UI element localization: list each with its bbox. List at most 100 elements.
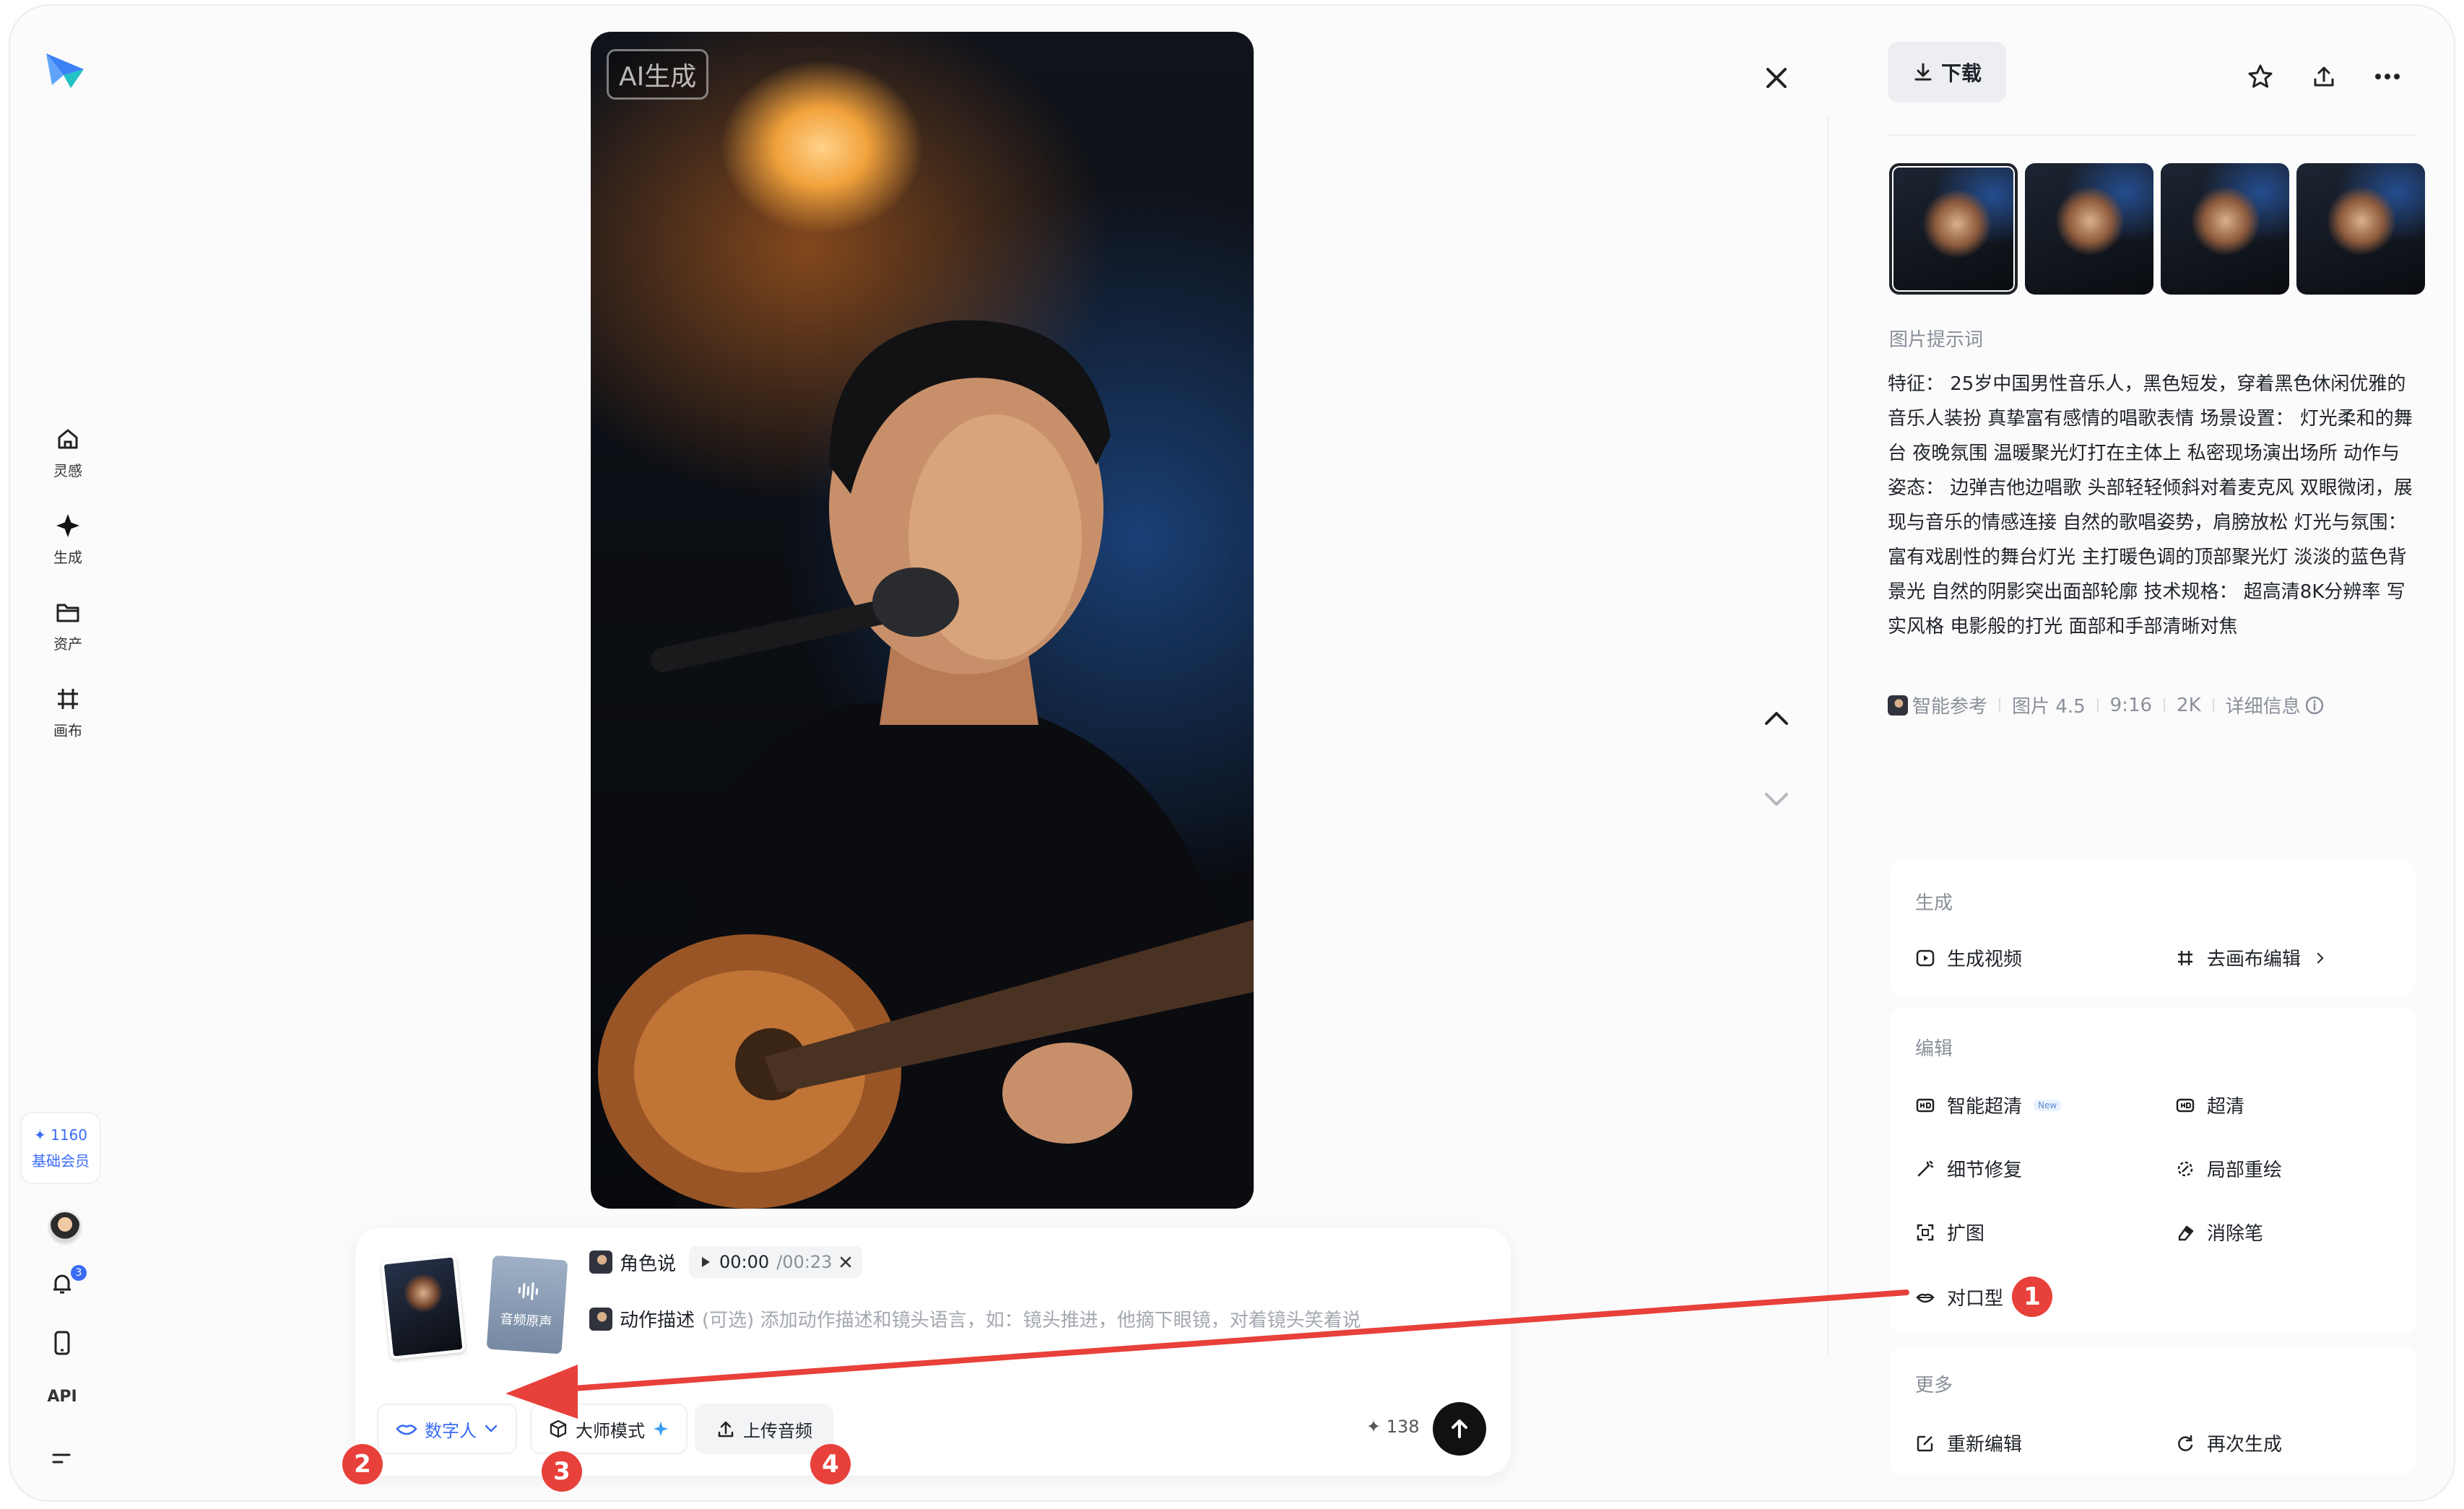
logo-icon[interactable] — [42, 49, 88, 92]
upscale-label: 超清 — [2207, 1096, 2245, 1118]
menu-icon[interactable] — [46, 1443, 78, 1474]
divider — [1888, 134, 2416, 136]
digital-human-dropdown[interactable]: 数字人 — [377, 1404, 517, 1454]
thumbnail-1[interactable] — [1889, 163, 2018, 295]
remove-audio-icon[interactable] — [839, 1256, 852, 1269]
edit-square-icon — [1917, 1435, 1933, 1451]
chevron-down-icon[interactable] — [1758, 781, 1795, 819]
model-version: 图片 4.5 — [2012, 696, 2086, 718]
more-icon[interactable] — [2369, 58, 2406, 95]
annotation-badge-3: 3 — [542, 1451, 582, 1492]
notification-badge: 3 — [71, 1265, 87, 1281]
upload-icon — [718, 1421, 734, 1438]
new-badge: New — [2034, 1099, 2062, 1111]
details-link[interactable]: 详细信息 — [2226, 692, 2324, 718]
api-link[interactable]: API — [39, 1388, 85, 1406]
upload-audio-label: 上传音频 — [743, 1420, 812, 1441]
master-mode-button[interactable]: 大师模式 — [530, 1404, 687, 1454]
download-button[interactable]: 下载 — [1888, 42, 2006, 103]
re-edit-button[interactable]: 重新编辑 — [1915, 1430, 2022, 1456]
generate-video-button[interactable]: 生成视频 — [1915, 944, 2022, 971]
inpaint-label: 局部重绘 — [2207, 1160, 2283, 1181]
credit-amount: ✦ 1160 — [33, 1126, 87, 1144]
regenerate-label: 再次生成 — [2207, 1434, 2283, 1456]
download-label: 下载 — [1940, 61, 1982, 85]
upload-audio-button[interactable]: 上传音频 — [695, 1404, 833, 1454]
inpaint-button[interactable]: 局部重绘 — [2175, 1155, 2282, 1182]
thumbnail-3[interactable] — [2161, 163, 2289, 295]
lip-sync-button[interactable]: 对口型 — [1915, 1284, 2003, 1310]
audio-card-label: 音频原声 — [499, 1311, 553, 1331]
master-mode-label: 大师模式 — [576, 1420, 645, 1441]
smart-reference-label: 智能参考 — [1912, 696, 1988, 718]
chevron-up-icon[interactable] — [1758, 699, 1795, 736]
generate-card — [1889, 861, 2416, 996]
annotation-badge-1: 1 — [2012, 1277, 2052, 1317]
canvas-edit-label: 去画布编辑 — [2207, 949, 2302, 970]
smart-upscale-button[interactable]: 智能超清 New — [1915, 1092, 2062, 1118]
star-icon[interactable] — [2242, 58, 2279, 95]
detail-repair-button[interactable]: 细节修复 — [1915, 1155, 2022, 1182]
separator — [2164, 697, 2166, 713]
waveform-icon — [518, 1282, 539, 1300]
eraser-label: 消除笔 — [2207, 1223, 2264, 1245]
thumbnail-4[interactable] — [2296, 163, 2425, 295]
edit-title: 编辑 — [1915, 1038, 1953, 1060]
left-sidebar: 灵感 生成 资产 画布 ✦ 1160 基础会员 3 API — [10, 6, 111, 1500]
eraser-icon — [2178, 1225, 2194, 1240]
nav-label: 灵感 — [53, 462, 82, 479]
sparkle-icon — [56, 514, 79, 537]
thumbnail-2[interactable] — [2025, 163, 2153, 295]
home-icon — [58, 429, 78, 449]
annotation-badge-2: 2 — [342, 1444, 383, 1484]
expand-button[interactable]: 扩图 — [1915, 1219, 1984, 1245]
chevron-right-icon — [2317, 952, 2324, 963]
expand-label: 扩图 — [1947, 1223, 1985, 1245]
folder-icon — [56, 604, 79, 622]
smart-reference[interactable]: 智能参考 — [1888, 692, 1987, 718]
audio-card[interactable]: 音频原声 — [486, 1255, 568, 1354]
action-description-row[interactable]: 动作描述 (可选) 添加动作描述和镜头语言，如：镜头推进，他摘下眼镜，对着镜头笑… — [589, 1305, 1361, 1332]
details-label: 详细信息 — [2225, 696, 2301, 718]
audio-player[interactable]: 00:00 /00:23 — [689, 1246, 863, 1278]
hd-icon — [2176, 1098, 2195, 1112]
info-icon — [2305, 696, 2323, 714]
membership-tier: 基础会员 — [32, 1152, 90, 1170]
mobile-icon[interactable] — [46, 1327, 78, 1359]
canvas-edit-button[interactable]: 去画布编辑 — [2175, 944, 2328, 971]
download-icon — [1914, 63, 1932, 81]
chevron-down-icon — [485, 1425, 498, 1432]
generate-video-label: 生成视频 — [1947, 949, 2023, 970]
nav-assets[interactable]: 资产 — [25, 598, 111, 670]
nav-label: 画布 — [53, 722, 82, 739]
action-description-input[interactable]: (可选) 添加动作描述和镜头语言，如：镜头推进，他摘下眼镜，对着镜头笑着说 — [702, 1305, 1361, 1332]
avatar[interactable] — [48, 1210, 82, 1245]
sparkle-icon — [654, 1422, 668, 1436]
refresh-icon — [2178, 1435, 2193, 1451]
generated-image[interactable]: AI生成 — [591, 32, 1254, 1209]
share-icon[interactable] — [2305, 58, 2343, 95]
nav-canvas[interactable]: 画布 — [25, 684, 111, 757]
nav-generate[interactable]: 生成 — [25, 511, 111, 583]
nav-inspiration[interactable]: 灵感 — [25, 425, 111, 497]
role-says-label: 角色说 — [620, 1253, 677, 1275]
eraser-button[interactable]: 消除笔 — [2175, 1219, 2263, 1245]
resolution: 2K — [2177, 694, 2201, 716]
lips-icon — [1916, 1293, 1935, 1303]
arrow-up-icon — [1452, 1419, 1467, 1438]
upscale-button[interactable]: 超清 — [2175, 1092, 2244, 1118]
smart-upscale-label: 智能超清 — [1947, 1096, 2023, 1118]
time-current: 00:00 — [719, 1252, 770, 1272]
regenerate-button[interactable]: 再次生成 — [2175, 1430, 2282, 1456]
prompt-label: 图片提示词 — [1889, 329, 1984, 351]
credits-card[interactable]: ✦ 1160 基础会员 — [20, 1112, 101, 1184]
reference-image-thumb[interactable] — [381, 1253, 466, 1360]
play-icon[interactable] — [699, 1256, 712, 1269]
separator — [2096, 697, 2099, 713]
credit-cost: ✦ 138 — [1366, 1417, 1420, 1437]
send-button[interactable] — [1433, 1402, 1486, 1456]
close-icon[interactable] — [1758, 59, 1795, 97]
nav-label: 生成 — [53, 549, 82, 566]
time-total: /00:23 — [776, 1252, 833, 1272]
composer-panel: 音频原声 角色说 00:00 /00:23 动作描述 (可选) 添加动作描述和镜… — [355, 1227, 1511, 1476]
